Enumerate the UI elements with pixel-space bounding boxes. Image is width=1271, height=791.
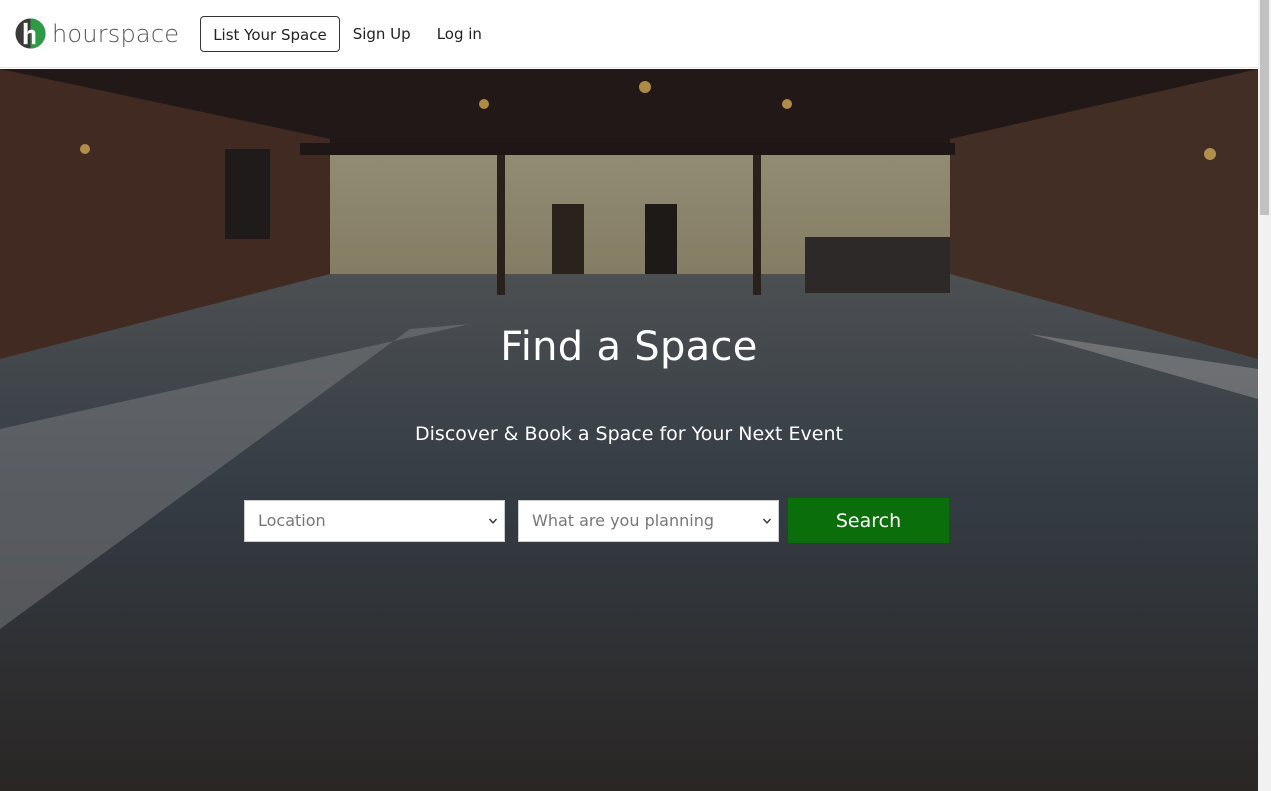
location-select-value: Location: [258, 511, 326, 530]
chevron-down-icon: [488, 518, 498, 524]
hero-subtitle: Discover & Book a Space for Your Next Ev…: [415, 423, 843, 445]
list-your-space-button[interactable]: List Your Space: [200, 15, 340, 52]
hero-banner: Find a Space Discover & Book a Space for…: [0, 69, 1258, 791]
event-type-select[interactable]: What are you planning: [518, 499, 779, 542]
chevron-down-icon: [762, 518, 772, 524]
log-in-link[interactable]: Log in: [437, 25, 482, 43]
search-form: Location What are you planning Search: [244, 498, 949, 543]
hero-title: Find a Space: [500, 324, 758, 370]
page-scrollbar[interactable]: [1258, 0, 1271, 791]
sign-up-link[interactable]: Sign Up: [353, 25, 411, 43]
top-navbar: hourspace List Your Space Sign Up Log in: [0, 0, 1258, 68]
scrollbar-thumb[interactable]: [1260, 0, 1269, 215]
brand-logo-link[interactable]: hourspace: [15, 18, 179, 49]
nav-links: List Your Space Sign Up Log in: [200, 15, 482, 52]
search-button[interactable]: Search: [788, 498, 949, 543]
hourspace-logo-icon: [15, 18, 46, 49]
location-select[interactable]: Location: [244, 499, 505, 542]
event-type-select-value: What are you planning: [532, 511, 714, 530]
brand-name: hourspace: [52, 19, 180, 48]
